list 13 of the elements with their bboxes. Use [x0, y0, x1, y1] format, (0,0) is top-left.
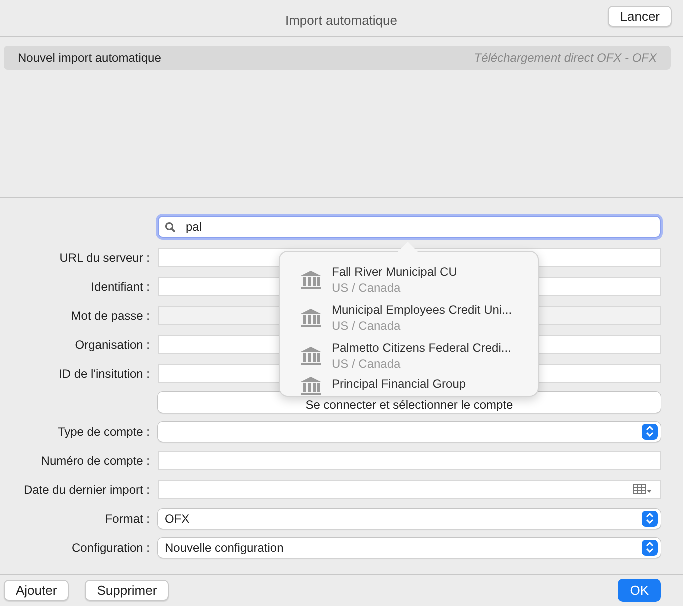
field-label: Numéro de compte : [40, 452, 151, 470]
field-label: Format : [104, 510, 151, 528]
field-label: Type de compte : [56, 424, 151, 440]
field-label: Date du dernier import : [22, 482, 151, 498]
field-label: URL du serveur : [58, 250, 151, 266]
field-label: Configuration : [70, 540, 151, 556]
field-label: Mot de passe : [70, 308, 151, 324]
window-title: Import automatique [284, 12, 398, 30]
field-label: Identifiant : [90, 278, 151, 296]
field-label: Organisation : [74, 336, 151, 354]
import-name: Nouvel import automatique [18, 50, 162, 67]
field-label: ID de l'insitution : [58, 366, 151, 382]
import-type: Téléchargement direct OFX - OFX [474, 50, 657, 67]
